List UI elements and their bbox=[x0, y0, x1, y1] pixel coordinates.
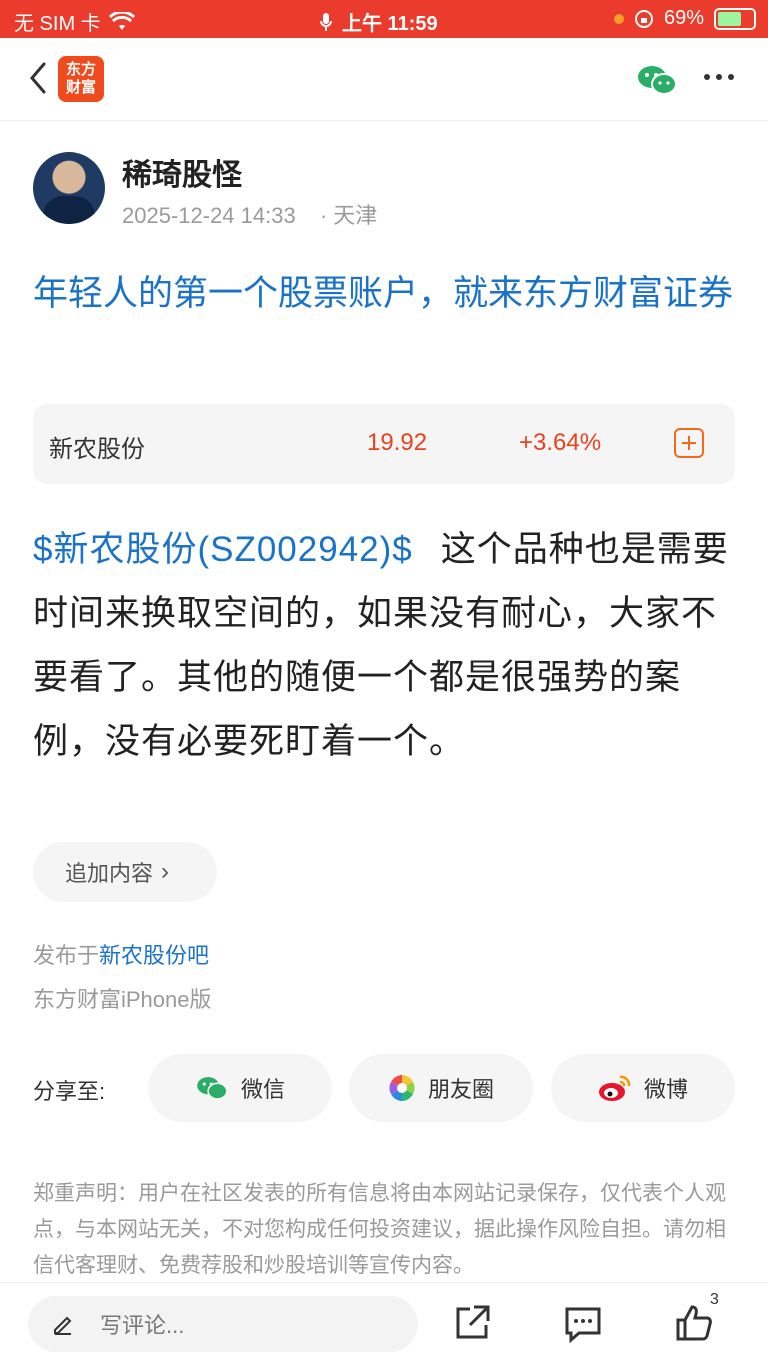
back-icon[interactable] bbox=[24, 60, 54, 96]
comment-input[interactable]: 写评论... bbox=[28, 1296, 418, 1352]
status-bar: 无 SIM 卡 上午 11:59 69% bbox=[0, 0, 768, 38]
stock-tag-link[interactable]: $新农股份(SZ002942)$ bbox=[33, 530, 413, 569]
author-name[interactable]: 稀琦股怪 bbox=[122, 150, 242, 194]
published-prefix: 发布于 bbox=[33, 943, 100, 968]
pencil-icon bbox=[54, 1316, 72, 1335]
comment-icon[interactable] bbox=[563, 1303, 603, 1343]
share-weibo-button[interactable]: 微博 bbox=[551, 1054, 735, 1122]
add-content-label: 追加内容 bbox=[65, 861, 154, 886]
recording-dot-icon bbox=[613, 13, 624, 24]
share-moments-button[interactable]: 朋友圈 bbox=[349, 1054, 533, 1122]
clock-time: 上午 11:59 bbox=[342, 13, 438, 35]
weibo-icon bbox=[598, 1075, 631, 1101]
mic-icon bbox=[320, 12, 332, 31]
stock-change: +3.64% bbox=[519, 429, 602, 456]
battery-percent: 69% bbox=[663, 7, 704, 29]
share-icon[interactable] bbox=[452, 1303, 492, 1343]
wechat-icon bbox=[197, 1077, 228, 1100]
post-location: · 天津 bbox=[319, 203, 378, 228]
share-wechat-button[interactable]: 微信 bbox=[148, 1054, 332, 1122]
top-nav: 东方财富 bbox=[0, 38, 768, 121]
disclaimer: 郑重声明：用户在社区发表的所有信息将由本网站记录保存，仅代表个人观点，与本网站无… bbox=[33, 1182, 726, 1277]
avatar[interactable] bbox=[33, 152, 105, 224]
post-body: $新农股份(SZ002942)$ 这个品种也是需要时间来换取空间的，如果没有耐心，… bbox=[33, 518, 737, 774]
share-moments-label: 朋友圈 bbox=[427, 1077, 494, 1102]
post-title[interactable]: 年轻人的第一个股票账户，就来东方财富证券 bbox=[33, 266, 733, 322]
stock-name: 新农股份 bbox=[49, 436, 145, 463]
app-logo: 东方财富 bbox=[58, 56, 104, 102]
add-watchlist-icon[interactable] bbox=[674, 428, 704, 458]
post-meta: 2025-12-24 14:33 · 天津 bbox=[122, 198, 377, 230]
comment-placeholder: 写评论... bbox=[100, 1313, 185, 1338]
stock-bar-link[interactable]: 新农股份吧 bbox=[99, 943, 209, 968]
chevron-right-icon: › bbox=[161, 858, 170, 885]
bottom-bar: 写评论... 3 bbox=[0, 1282, 768, 1367]
share-wechat-label: 微信 bbox=[240, 1077, 285, 1102]
stock-price: 19.92 bbox=[367, 429, 428, 456]
published-in: 发布于新农股份吧 bbox=[33, 938, 209, 970]
add-content-button[interactable]: 追加内容 › bbox=[33, 842, 217, 902]
post-datetime: 2025-12-24 14:33 bbox=[122, 203, 296, 228]
battery-icon bbox=[714, 7, 756, 30]
wifi-icon bbox=[108, 11, 135, 30]
like-icon[interactable] bbox=[674, 1303, 714, 1343]
wechat-icon[interactable] bbox=[636, 62, 678, 98]
more-icon[interactable] bbox=[704, 74, 734, 80]
stock-card[interactable]: 新农股份 19.92 +3.64% bbox=[33, 404, 735, 484]
like-count: 3 bbox=[710, 1291, 719, 1308]
share-label: 分享至: bbox=[33, 1079, 106, 1104]
rotation-lock-icon bbox=[634, 9, 653, 28]
device-label: 东方财富iPhone版 bbox=[33, 987, 212, 1012]
share-weibo-label: 微博 bbox=[643, 1077, 688, 1102]
moments-icon bbox=[389, 1075, 415, 1101]
carrier-label: 无 SIM 卡 bbox=[14, 13, 101, 35]
